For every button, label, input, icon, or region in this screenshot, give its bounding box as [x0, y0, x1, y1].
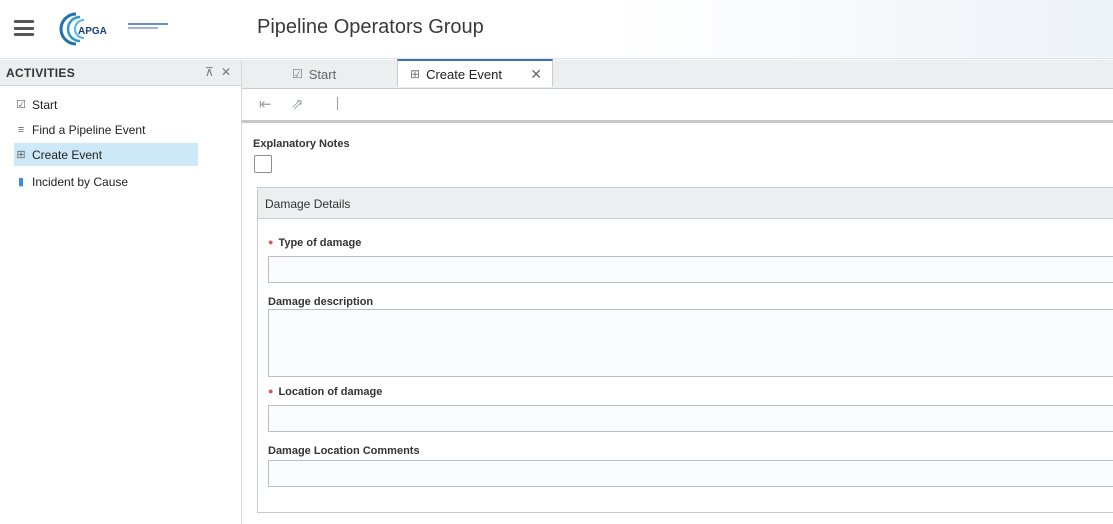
sidebar-item-label: Start: [32, 97, 58, 112]
tab-label: Create Event: [426, 66, 502, 82]
required-marker-icon: ●: [268, 386, 274, 396]
damage-location-comments-input[interactable]: [268, 460, 1113, 487]
location-of-damage-input[interactable]: [268, 405, 1113, 432]
app-header: APGA Pipeline Operators Group: [0, 0, 1113, 59]
export-icon[interactable]: ⇗: [291, 95, 304, 113]
damage-description-label: Damage description: [268, 296, 374, 308]
tab-start[interactable]: ☑ Start: [292, 60, 336, 88]
close-icon[interactable]: ✕: [530, 66, 542, 83]
damage-description-textarea[interactable]: [268, 309, 1113, 377]
app-title: Pipeline Operators Group: [257, 16, 484, 38]
search-list-icon: ≡: [17, 123, 25, 136]
pin-icon[interactable]: ⊼: [205, 65, 214, 79]
sidebar-title: ACTIVITIES: [6, 66, 76, 80]
toolbar-divider: [337, 97, 338, 110]
chart-icon: ▮: [17, 176, 25, 188]
sidebar-header: ACTIVITIES ⊼ ✕: [0, 60, 241, 86]
sidebar-item-incident-by-cause[interactable]: ▮ Incident by Cause: [14, 170, 198, 193]
apga-logo: APGA: [58, 10, 188, 48]
explanatory-notes-label: Explanatory Notes: [253, 138, 350, 150]
tab-bar: ☑ Start ⊞ Create Event ✕: [242, 59, 1113, 89]
create-record-icon: ⊞: [16, 149, 26, 161]
location-of-damage-label: ● Location of damage: [268, 386, 383, 398]
type-of-damage-input[interactable]: [268, 256, 1113, 283]
sidebar-item-label: Find a Pipeline Event: [32, 122, 146, 137]
sidebar-item-label: Incident by Cause: [32, 174, 129, 189]
damage-location-comments-label: Damage Location Comments: [268, 445, 420, 457]
sidebar-item-start[interactable]: ☑ Start: [14, 93, 198, 116]
sidebar-item-find-pipeline-event[interactable]: ≡ Find a Pipeline Event: [14, 118, 198, 141]
hamburger-menu-icon[interactable]: [14, 20, 34, 36]
back-icon[interactable]: ⇤: [259, 95, 272, 113]
toolbar: ⇤ ⇗: [242, 89, 1113, 119]
explanatory-notes-checkbox[interactable]: [254, 155, 272, 173]
sidebar-item-label: Create Event: [32, 147, 103, 162]
panel-title: Damage Details: [265, 197, 351, 211]
type-of-damage-label: ● Type of damage: [268, 237, 362, 249]
checkbox-edit-icon: ☑: [292, 67, 303, 81]
sidebar-item-create-event[interactable]: ⊞ Create Event: [14, 143, 198, 166]
tab-create-event[interactable]: ⊞ Create Event ✕: [397, 59, 553, 87]
tab-label: Start: [308, 66, 337, 82]
activities-sidebar: ACTIVITIES ⊼ ✕ ☑ Start ≡ Find a Pipeline…: [0, 60, 242, 524]
create-record-icon: ⊞: [410, 67, 421, 81]
damage-details-panel: Damage Details ● Type of damage Damage de…: [257, 187, 1113, 513]
required-marker-icon: ●: [268, 237, 274, 247]
close-icon[interactable]: ✕: [221, 65, 231, 79]
create-event-form: Explanatory Notes Damage Details ● Type o…: [242, 123, 1113, 524]
panel-header: Damage Details: [258, 188, 1113, 219]
checkbox-edit-icon: ☑: [16, 99, 26, 111]
svg-text:APGA: APGA: [78, 26, 107, 37]
